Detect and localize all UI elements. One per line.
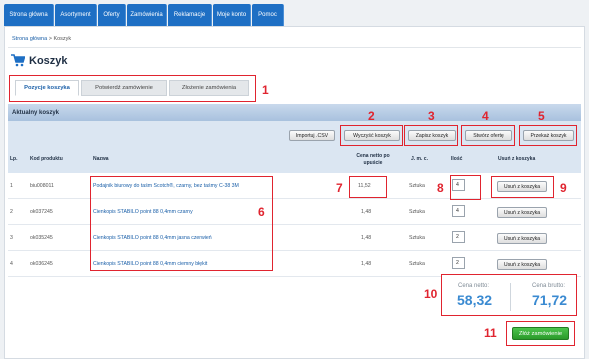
row-price: 1,48 xyxy=(361,209,372,215)
annotation-number: 4 xyxy=(482,109,489,123)
nav-item-label: Zamówienia xyxy=(130,12,163,18)
nav-item-label: Asortyment xyxy=(60,12,91,18)
breadcrumb-current: Koszyk xyxy=(53,36,72,42)
highlight-box xyxy=(461,125,515,146)
net-price-label: Cena netto: xyxy=(458,283,490,289)
annotation-number: 9 xyxy=(560,181,567,195)
highlight-box xyxy=(519,125,577,146)
row-lp: 2 xyxy=(10,209,13,215)
annotation-number: 2 xyxy=(368,109,375,123)
annotation-number: 1 xyxy=(262,83,269,97)
highlight-box xyxy=(9,75,256,102)
highlight-box xyxy=(90,176,273,271)
row-unit: Sztuka xyxy=(409,235,425,241)
breadcrumb-home[interactable]: Strona główna xyxy=(12,36,47,42)
place-order-button[interactable]: Złóż zamówienie xyxy=(512,327,569,340)
breadcrumb: Strona główna > Koszyk xyxy=(12,36,71,42)
row-price: 1,48 xyxy=(361,261,372,267)
column-header-code: Kod produktu xyxy=(30,156,63,162)
column-header-price: Cena netto po upuście xyxy=(356,153,390,166)
row-unit: Sztuka xyxy=(409,183,425,189)
annotation-number: 8 xyxy=(437,181,444,195)
gross-price-label: Cena brutto: xyxy=(532,283,566,289)
remove-from-cart-button[interactable]: Usuń z koszyka xyxy=(497,233,547,244)
row-lp: 1 xyxy=(10,183,13,189)
totals-box: Cena netto: 58,32 Cena brutto: 71,72 xyxy=(441,274,577,316)
row-unit: Sztuka xyxy=(409,261,425,267)
gross-price-value: 71,72 xyxy=(532,292,568,308)
row-code: biu008011 xyxy=(30,183,54,189)
divider xyxy=(510,283,511,311)
section-header: Aktualny koszyk xyxy=(8,104,581,121)
row-unit: Sztuka xyxy=(409,209,425,215)
nav-item-offers[interactable]: Oferty xyxy=(98,4,126,26)
page-title: Koszyk xyxy=(29,55,68,67)
nav-item-account[interactable]: Moje konto xyxy=(213,4,251,26)
net-price-value: 58,32 xyxy=(457,292,493,308)
nav-item-label: Pomoc xyxy=(258,12,277,18)
nav-item-assortment[interactable]: Asortyment xyxy=(55,4,97,26)
column-header-qty: Ilość xyxy=(451,156,463,162)
nav-item-orders[interactable]: Zamówienia xyxy=(127,4,167,26)
row-price: 1,48 xyxy=(361,235,372,241)
divider xyxy=(8,47,581,48)
cart-icon xyxy=(11,54,25,67)
column-header-remove: Usuń z koszyka xyxy=(498,156,536,162)
annotation-number: 6 xyxy=(258,205,265,219)
column-header-name: Nazwa xyxy=(93,156,109,162)
row-lp: 3 xyxy=(10,235,13,241)
nav-item-home[interactable]: Strona główna xyxy=(4,4,54,26)
column-header-lp: Lp. xyxy=(10,156,18,162)
import-csv-button[interactable]: Importuj .CSV xyxy=(289,130,335,141)
remove-from-cart-button[interactable]: Usuń z koszyka xyxy=(497,259,547,270)
row-code: ok035245 xyxy=(30,235,53,241)
nav-item-label: Strona główna xyxy=(9,12,48,18)
top-navigation: Strona główna Asortyment Oferty Zamówien… xyxy=(0,0,589,26)
nav-item-label: Moje konto xyxy=(216,12,247,18)
annotation-number: 11 xyxy=(484,326,497,340)
row-code: ok036245 xyxy=(30,261,53,267)
nav-item-label: Reklamacje xyxy=(173,12,206,18)
section-title: Aktualny koszyk xyxy=(12,109,60,116)
quantity-input[interactable]: 2 xyxy=(452,231,465,243)
row-code: ok037245 xyxy=(30,209,53,215)
nav-item-complaints[interactable]: Reklamacje xyxy=(168,4,212,26)
quantity-input[interactable]: 4 xyxy=(452,205,465,217)
breadcrumb-separator: > xyxy=(48,36,52,42)
quantity-input[interactable]: 2 xyxy=(452,257,465,269)
annotation-number: 3 xyxy=(428,109,435,123)
highlight-box xyxy=(450,175,481,200)
highlight-box xyxy=(404,125,458,146)
column-header-unit: J. m. c. xyxy=(411,156,428,162)
annotation-number: 7 xyxy=(336,181,343,195)
remove-from-cart-button[interactable]: Usuń z koszyka xyxy=(497,207,547,218)
highlight-box xyxy=(340,125,403,146)
nav-item-help[interactable]: Pomoc xyxy=(252,4,284,26)
annotation-number: 5 xyxy=(538,109,545,123)
highlight-box xyxy=(349,176,387,198)
row-lp: 4 xyxy=(10,261,13,267)
highlight-box xyxy=(491,176,554,198)
nav-item-label: Oferty xyxy=(103,12,120,18)
annotation-number: 10 xyxy=(424,287,438,301)
